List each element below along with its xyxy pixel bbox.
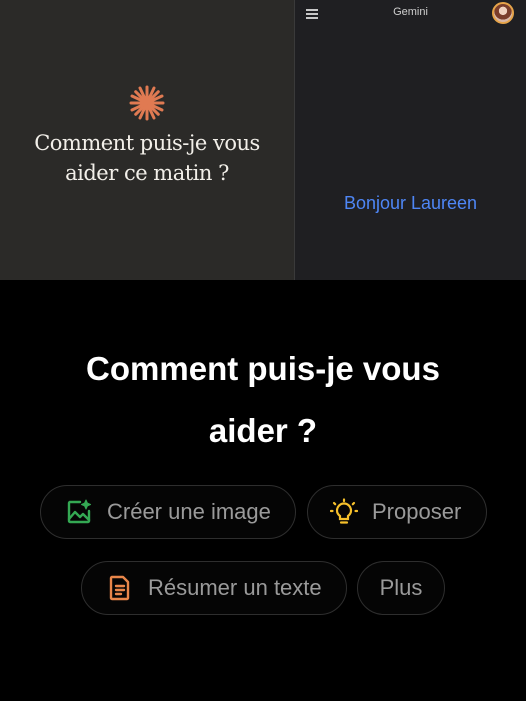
create-image-button[interactable]: Créer une image xyxy=(40,485,296,539)
document-icon xyxy=(106,574,134,602)
claude-panel: Comment puis-je vous aider ce matin ? xyxy=(0,0,294,280)
image-sparkle-icon xyxy=(65,498,93,526)
propose-label: Proposer xyxy=(372,499,462,524)
more-label: Plus xyxy=(379,575,423,600)
main-heading: Comment puis-je vous aider ? xyxy=(86,350,440,449)
summarize-text-label: Résumer un texte xyxy=(148,575,322,600)
summarize-text-button[interactable]: Résumer un texte xyxy=(81,561,347,615)
claude-greeting: Comment puis-je vous aider ce matin ? xyxy=(34,131,260,185)
propose-button[interactable]: Proposer xyxy=(307,485,487,539)
avatar[interactable] xyxy=(492,2,514,24)
more-button[interactable]: Plus xyxy=(357,561,445,615)
gemini-greeting: Bonjour Laureen xyxy=(343,193,478,213)
gemini-panel: Gemini Bonjour Laureen xyxy=(295,0,526,280)
lightbulb-icon xyxy=(330,498,358,526)
claude-starburst-icon xyxy=(129,85,165,121)
create-image-label: Créer une image xyxy=(107,499,271,524)
